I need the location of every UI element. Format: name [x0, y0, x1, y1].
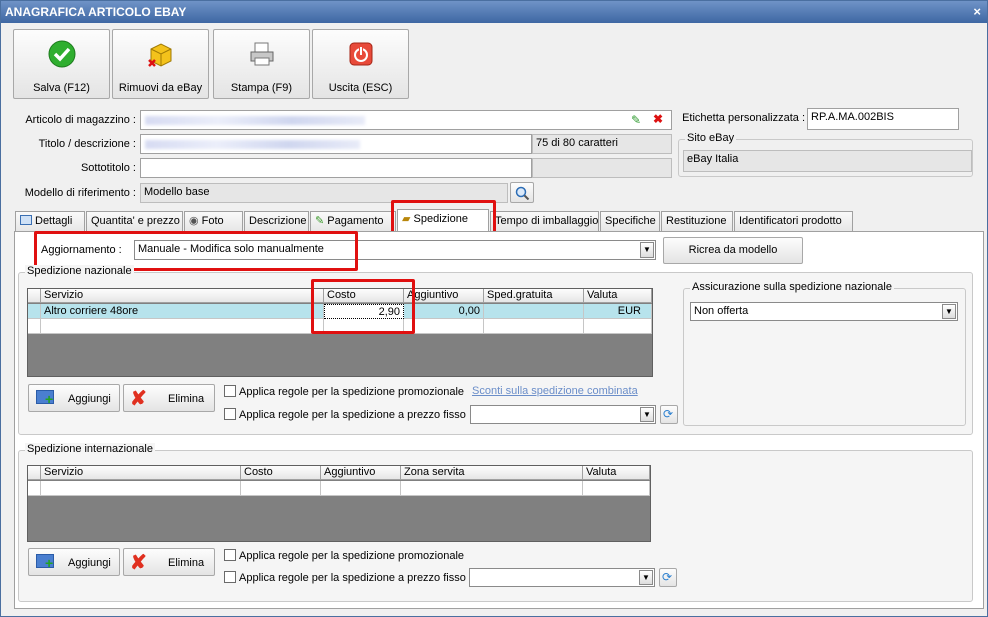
plus-icon: + [45, 555, 54, 571]
save-button[interactable]: Salva (F12) [13, 29, 110, 99]
magnifier-icon [515, 186, 530, 200]
col-int-valuta[interactable]: Valuta [583, 466, 650, 480]
tab-specifiche[interactable]: Specifiche [600, 211, 660, 232]
highlight-shipping-tab [391, 200, 496, 234]
international-shipping-title: Spedizione internazionale [25, 443, 155, 455]
tab-pagamento[interactable]: ✎ Pagamento [310, 211, 396, 232]
tab-dettagli[interactable]: Dettagli [15, 211, 85, 232]
tab-descrizione[interactable]: Descrizione [244, 211, 309, 232]
col-int-servizio[interactable]: Servizio [41, 466, 241, 480]
ebay-site-field: eBay Italia [683, 150, 972, 172]
power-icon [349, 42, 373, 66]
model-label: Modello di riferimento : [24, 187, 136, 199]
printer-icon [250, 42, 274, 66]
refresh-icon: ⟳ [662, 570, 673, 584]
highlight-cost [311, 279, 415, 334]
refresh-icon: ⟳ [663, 407, 674, 421]
col-sped-gratuita[interactable]: Sped.gratuita [484, 289, 584, 303]
col-servizio[interactable]: Servizio [41, 289, 324, 303]
close-icon[interactable]: × [973, 1, 981, 23]
chevron-down-icon: ▼ [639, 570, 653, 585]
details-icon [20, 215, 32, 225]
print-button[interactable]: Stampa (F9) [213, 29, 310, 99]
tab-restituzione[interactable]: Restituzione [661, 211, 733, 232]
chevron-down-icon: ▼ [942, 304, 956, 319]
recreate-from-model-button[interactable]: Ricrea da modello [663, 237, 803, 264]
plus-icon: + [45, 391, 54, 407]
international-fixed-rules-checkbox[interactable]: Applica regole per la spedizione a prezz… [224, 571, 466, 584]
tab-foto[interactable]: ◉ Foto [184, 211, 243, 232]
ebay-site-title: Sito eBay [685, 132, 737, 144]
article-label: Articolo di magazzino : [25, 114, 136, 126]
national-delete-button[interactable]: ✘ Elimina [123, 384, 215, 412]
subtitle-char-count [532, 158, 672, 178]
delete-icon: ✘ [130, 552, 147, 574]
tab-quantita-prezzo[interactable]: Quantita' e prezzo [86, 211, 183, 232]
remove-from-ebay-button[interactable]: Rimuovi da eBay [112, 29, 209, 99]
international-shipping-grid[interactable]: Servizio Costo Aggiuntivo Zona servita V… [27, 465, 651, 542]
international-delete-button[interactable]: ✘ Elimina [123, 548, 215, 576]
row-currency[interactable]: EUR [584, 304, 652, 319]
subtitle-label: Sottotitolo : [80, 162, 136, 174]
exit-button[interactable]: Uscita (ESC) [312, 29, 409, 99]
title-field[interactable] [140, 134, 532, 154]
tab-identificatori-prodotto[interactable]: Identificatori prodotto [734, 211, 853, 232]
row-service[interactable]: Altro corriere 48ore [41, 304, 324, 319]
international-promo-rules-checkbox[interactable]: Applica regole per la spedizione promozi… [224, 549, 464, 562]
article-field[interactable] [140, 110, 672, 130]
subtitle-field[interactable] [140, 158, 532, 178]
char-count: 75 di 80 caratteri [532, 134, 672, 154]
row-additional[interactable]: 0,00 [404, 304, 484, 319]
international-fixed-rules-select[interactable]: ▼ [469, 568, 655, 587]
insurance-title: Assicurazione sulla spedizione nazionale [690, 281, 894, 293]
national-promo-rules-checkbox[interactable]: Applica regole per la spedizione promozi… [224, 385, 464, 398]
model-search-button[interactable] [510, 182, 534, 203]
international-refresh-button[interactable]: ⟳ [659, 568, 677, 587]
article-window: ANAGRAFICA ARTICOLO EBAY × Salva (F12) R… [0, 0, 988, 617]
tab-tempo-imballaggio[interactable]: Tempo di imballaggio [490, 211, 599, 232]
col-aggiuntivo[interactable]: Aggiuntivo [404, 289, 484, 303]
col-valuta[interactable]: Valuta [584, 289, 652, 303]
check-icon [48, 40, 76, 68]
insurance-select[interactable]: Non offerta ▼ [690, 302, 958, 321]
combined-discount-link[interactable]: Sconti sulla spedizione combinata [472, 385, 638, 397]
box-remove-icon [148, 43, 172, 67]
camera-icon: ◉ [189, 215, 202, 227]
window-title: ANAGRAFICA ARTICOLO EBAY [5, 5, 187, 19]
delete-icon: ✘ [130, 388, 147, 410]
national-fixed-rules-checkbox[interactable]: Applica regole per la spedizione a prezz… [224, 408, 466, 421]
custom-label-field[interactable]: RP.A.MA.002BIS [807, 108, 959, 130]
international-add-button[interactable]: + Aggiungi [28, 548, 120, 576]
chevron-down-icon: ▼ [640, 242, 654, 258]
custom-label-label: Etichetta personalizzata : [682, 112, 805, 124]
pencil-icon[interactable]: ✎ [631, 113, 641, 127]
clear-icon[interactable]: ✖ [653, 112, 663, 126]
national-refresh-button[interactable]: ⟳ [660, 405, 678, 424]
chevron-down-icon: ▼ [640, 407, 654, 422]
national-shipping-title: Spedizione nazionale [25, 265, 134, 277]
col-int-aggiuntivo[interactable]: Aggiuntivo [321, 466, 401, 480]
col-int-costo[interactable]: Costo [241, 466, 321, 480]
payment-icon: ✎ [315, 215, 328, 227]
national-add-button[interactable]: + Aggiungi [28, 384, 120, 412]
national-fixed-rules-select[interactable]: ▼ [470, 405, 656, 424]
title-label: Titolo / descrizione : [38, 138, 136, 150]
row-free-shipping[interactable] [484, 304, 584, 319]
col-int-zona-servita[interactable]: Zona servita [401, 466, 583, 480]
title-bar: ANAGRAFICA ARTICOLO EBAY × [1, 1, 987, 23]
